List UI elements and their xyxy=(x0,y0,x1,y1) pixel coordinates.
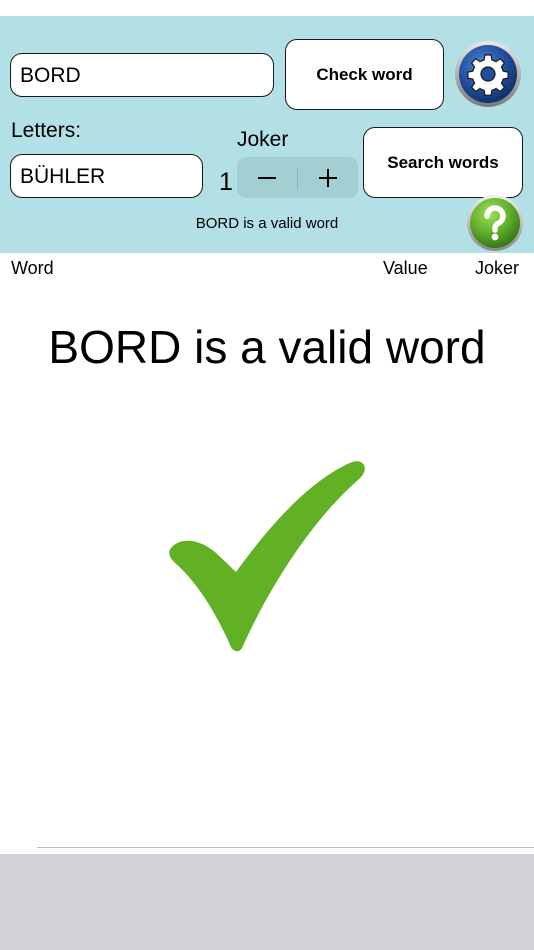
help-icon xyxy=(467,195,523,251)
letters-input-value: BÜHLER xyxy=(20,164,106,188)
check-word-button[interactable]: Check word xyxy=(285,39,444,110)
joker-count: 1 xyxy=(219,168,233,196)
search-words-label: Search words xyxy=(387,152,499,172)
help-button[interactable] xyxy=(466,194,524,252)
result-heading: BORD is a valid word xyxy=(48,321,486,373)
bottom-bar xyxy=(0,854,534,950)
search-words-button[interactable]: Search words xyxy=(363,127,523,198)
word-input-value: BORD xyxy=(20,63,81,87)
joker-stepper xyxy=(237,157,358,198)
check-word-label: Check word xyxy=(316,64,413,84)
joker-label: Joker xyxy=(237,128,289,151)
minus-icon xyxy=(258,176,276,179)
status-message: BORD is a valid word xyxy=(195,215,339,232)
search-panel: BORD Check word Letters: BÜHLER Joker 1 … xyxy=(0,16,534,253)
word-input[interactable]: BORD xyxy=(10,53,274,97)
letters-input[interactable]: BÜHLER xyxy=(10,154,203,198)
joker-increment-button[interactable] xyxy=(298,157,358,198)
settings-button[interactable] xyxy=(454,40,522,108)
column-header-word[interactable]: Word xyxy=(11,258,54,279)
status-bar xyxy=(0,0,534,16)
column-header-joker[interactable]: Joker xyxy=(475,258,519,279)
letters-label: Letters: xyxy=(11,119,82,142)
gear-icon xyxy=(455,41,521,107)
divider xyxy=(37,847,534,848)
joker-decrement-button[interactable] xyxy=(237,157,297,198)
column-header-value[interactable]: Value xyxy=(383,258,428,279)
plus-icon xyxy=(319,168,337,187)
checkmark-icon xyxy=(169,461,365,652)
app-screen: BORD Check word Letters: BÜHLER Joker 1 … xyxy=(0,0,534,950)
